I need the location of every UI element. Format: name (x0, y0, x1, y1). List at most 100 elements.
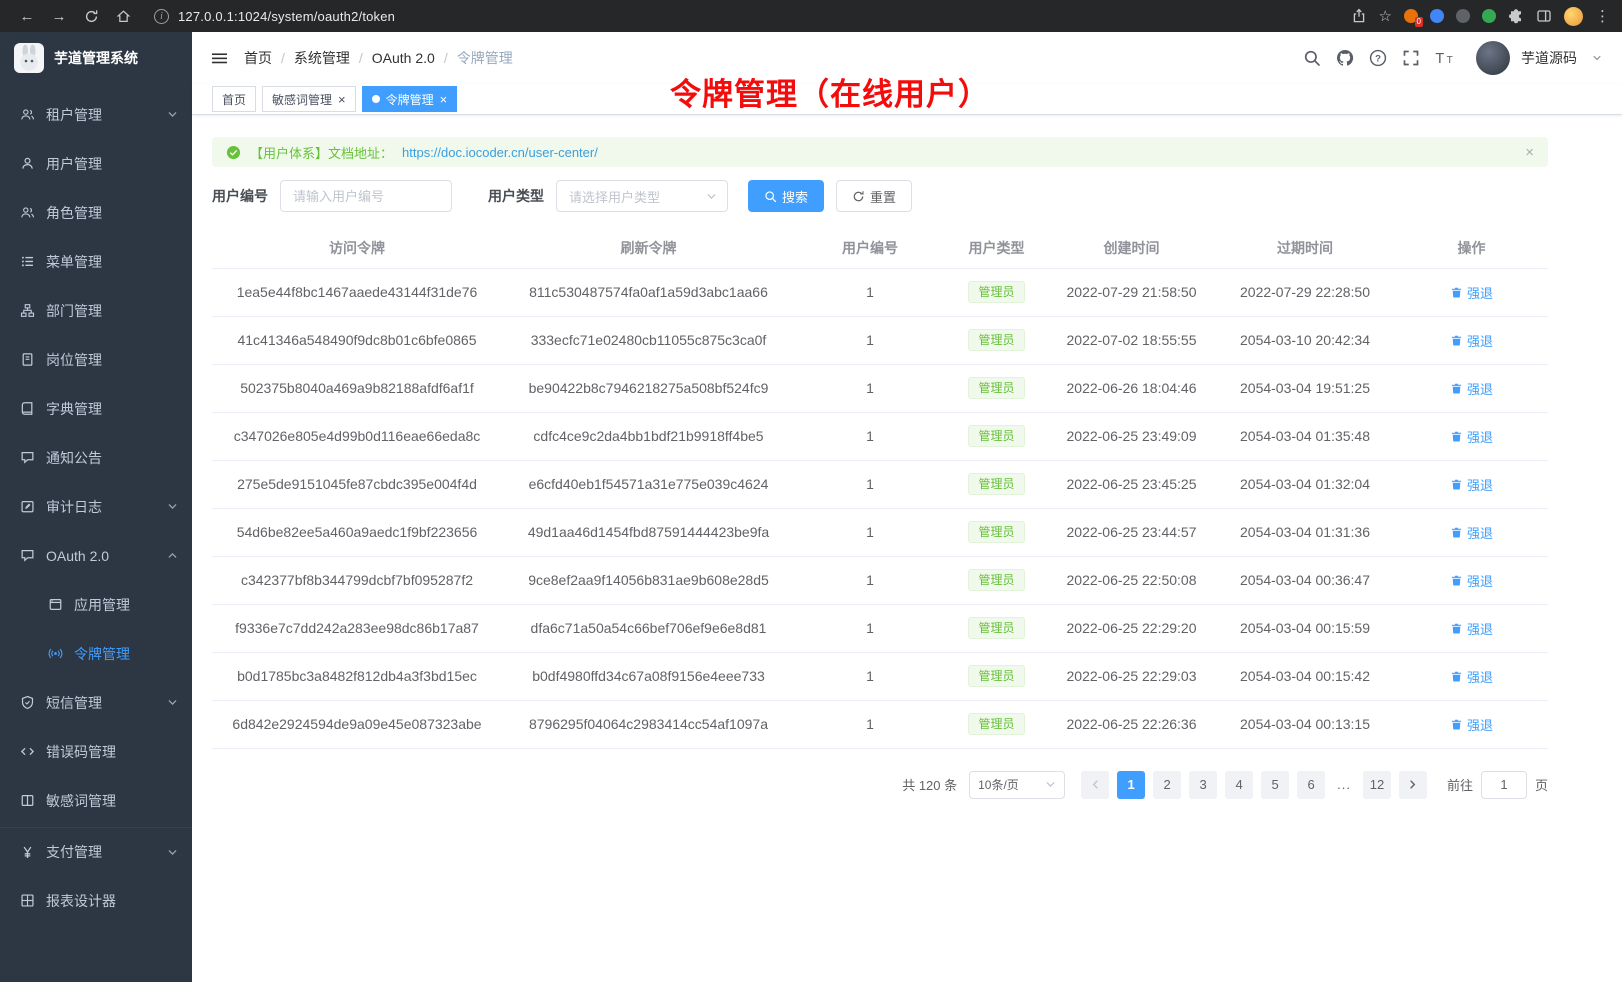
alert-doc-link[interactable]: https://doc.iocoder.cn/user-center/ (402, 145, 598, 160)
browser-extension-icon[interactable] (1430, 9, 1444, 23)
user-name[interactable]: 芋道源码 (1521, 48, 1577, 68)
browser-profile-avatar[interactable] (1564, 7, 1583, 26)
cell-user-id: 1 (795, 604, 945, 652)
sidebar-item-oauth2[interactable]: OAuth 2.0 (0, 531, 192, 580)
sidebar-item-error-code[interactable]: 错误码管理 (0, 727, 192, 776)
goto-page-input[interactable] (1481, 771, 1527, 799)
breadcrumb-item[interactable]: OAuth 2.0 (372, 50, 435, 66)
browser-extension-icon[interactable] (1456, 9, 1470, 23)
page-button-5[interactable]: 5 (1261, 771, 1289, 799)
address-bar[interactable]: i 127.0.0.1:1024/system/oauth2/token (154, 4, 1349, 28)
tab-sensitive-word[interactable]: 敏感词管理× (262, 86, 356, 112)
force-logout-button[interactable]: 强退 (1450, 619, 1493, 638)
breadcrumb-item[interactable]: 首页 (244, 48, 272, 68)
bookmark-star-icon[interactable]: ☆ (1379, 7, 1392, 25)
page-button-3[interactable]: 3 (1189, 771, 1217, 799)
table-row: b0d1785bc3a8482f812db4a3f3bd15ecb0df4980… (212, 652, 1548, 700)
cell-actions: 强退 (1395, 652, 1548, 700)
force-logout-button[interactable]: 强退 (1450, 715, 1493, 734)
sidebar-item-dict[interactable]: 字典管理 (0, 384, 192, 433)
trash-icon (1450, 718, 1463, 731)
back-button[interactable]: ← (12, 3, 42, 29)
tab-close-icon[interactable]: × (440, 93, 448, 106)
page-button-4[interactable]: 4 (1225, 771, 1253, 799)
sidebar-toggle-icon[interactable] (210, 51, 229, 66)
browser-extension-icon[interactable]: 0 (1404, 9, 1418, 23)
extensions-puzzle-icon[interactable] (1508, 8, 1524, 24)
sidebar-item-report[interactable]: 报表设计器 (0, 876, 192, 925)
next-page-button[interactable] (1399, 771, 1427, 799)
cell-user-type: 管理员 (945, 316, 1048, 364)
cell-expires-at: 2054-03-04 00:13:15 (1215, 700, 1395, 748)
cell-expires-at: 2054-03-04 01:35:48 (1215, 412, 1395, 460)
page-size-select[interactable]: 10条/页 (969, 771, 1065, 799)
help-icon[interactable]: ? (1369, 49, 1387, 67)
search-icon[interactable] (1303, 49, 1321, 67)
font-size-icon[interactable]: TT (1435, 49, 1457, 67)
tab-home[interactable]: 首页 (212, 86, 256, 112)
page-button-1[interactable]: 1 (1117, 771, 1145, 799)
alert-close-icon[interactable]: × (1525, 144, 1534, 161)
sidebar-item-user[interactable]: 用户管理 (0, 139, 192, 188)
search-button[interactable]: 搜索 (748, 180, 824, 212)
force-logout-button[interactable]: 强退 (1450, 667, 1493, 686)
sidebar-item-oauth2-app[interactable]: 应用管理 (0, 580, 192, 629)
sidebar-item-menu[interactable]: 菜单管理 (0, 237, 192, 286)
prev-page-button[interactable] (1081, 771, 1109, 799)
browser-extension-icon[interactable] (1482, 9, 1496, 23)
extension-badge: 0 (1415, 17, 1423, 27)
user-type-badge: 管理员 (968, 617, 1024, 639)
user-id-input[interactable] (280, 180, 452, 212)
sidebar-item-tenant[interactable]: 租户管理 (0, 90, 192, 139)
sidebar-item-audit-log[interactable]: 审计日志 (0, 482, 192, 531)
reload-button[interactable] (76, 3, 106, 29)
sidebar-item-sms[interactable]: 短信管理 (0, 678, 192, 727)
browser-menu-icon[interactable]: ⋮ (1595, 7, 1610, 25)
force-logout-button[interactable]: 强退 (1450, 571, 1493, 590)
force-logout-button[interactable]: 强退 (1450, 427, 1493, 446)
home-button[interactable] (108, 3, 138, 29)
force-logout-button[interactable]: 强退 (1450, 331, 1493, 350)
reset-button[interactable]: 重置 (836, 180, 912, 212)
user-menu-caret-icon[interactable] (1592, 53, 1602, 63)
cell-user-id: 1 (795, 268, 945, 316)
sidebar-item-post[interactable]: 岗位管理 (0, 335, 192, 384)
cell-user-type: 管理员 (945, 700, 1048, 748)
app-logo[interactable]: 芋道管理系统 (0, 32, 192, 84)
cell-user-type: 管理员 (945, 412, 1048, 460)
forward-button[interactable]: → (44, 3, 74, 29)
page-button-6[interactable]: 6 (1297, 771, 1325, 799)
sidebar-item-sensitive-word[interactable]: 敏感词管理 (0, 776, 192, 825)
cell-user-id: 1 (795, 364, 945, 412)
user-avatar[interactable] (1476, 41, 1510, 75)
site-info-icon[interactable]: i (154, 9, 169, 24)
force-logout-button[interactable]: 强退 (1450, 475, 1493, 494)
sidebar-item-pay[interactable]: 支付管理 (0, 827, 192, 876)
tab-oauth2-token[interactable]: 令牌管理× (362, 86, 458, 112)
sidebar-item-role[interactable]: 角色管理 (0, 188, 192, 237)
sidebar-item-notice[interactable]: 通知公告 (0, 433, 192, 482)
side-panel-icon[interactable] (1536, 8, 1552, 24)
tab-close-icon[interactable]: × (338, 93, 346, 106)
column-header-created-at: 创建时间 (1048, 228, 1215, 268)
cell-user-id: 1 (795, 316, 945, 364)
breadcrumb-item[interactable]: 系统管理 (294, 48, 350, 68)
share-icon[interactable] (1351, 8, 1367, 24)
github-icon[interactable] (1336, 49, 1354, 67)
page-button-12[interactable]: 12 (1363, 771, 1391, 799)
chevron-down-icon (167, 501, 178, 512)
page-button-2[interactable]: 2 (1153, 771, 1181, 799)
more-pages-indicator[interactable]: ... (1333, 777, 1355, 792)
sidebar-item-oauth2-token[interactable]: 令牌管理 (0, 629, 192, 678)
cell-user-type: 管理员 (945, 556, 1048, 604)
force-logout-button[interactable]: 强退 (1450, 283, 1493, 302)
cell-access-token: 275e5de9151045fe87cbdc395e004f4d (212, 460, 502, 508)
fullscreen-icon[interactable] (1402, 49, 1420, 67)
force-logout-button[interactable]: 强退 (1450, 379, 1493, 398)
cell-created-at: 2022-06-25 22:29:20 (1048, 604, 1215, 652)
sidebar-item-dept[interactable]: 部门管理 (0, 286, 192, 335)
force-logout-button[interactable]: 强退 (1450, 523, 1493, 542)
sidebar: 芋道管理系统 租户管理用户管理角色管理菜单管理部门管理岗位管理字典管理通知公告审… (0, 32, 192, 982)
cell-refresh-token: 9ce8ef2aa9f14056b831ae9b608e28d5 (502, 556, 795, 604)
user-type-select[interactable]: 请选择用户类型 (556, 180, 728, 212)
